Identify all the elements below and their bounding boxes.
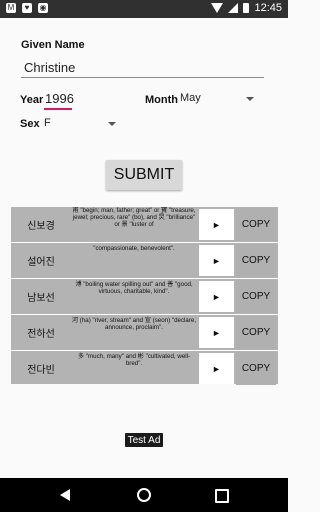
wifi-icon	[211, 3, 224, 13]
result-row: 전하선 河 (ha) "river, stream" and 宣 (seon) …	[11, 315, 278, 350]
navigation-bar	[0, 478, 288, 512]
cell-signal-icon	[228, 3, 239, 13]
results-table: 신보경 甫 "begin; man, father; great" or 寶 "…	[11, 207, 278, 386]
sex-dropdown-icon[interactable]	[108, 122, 116, 126]
copy-button[interactable]: COPY	[236, 244, 276, 277]
given-name-input[interactable]: Christine	[24, 60, 75, 75]
copy-button[interactable]: COPY	[236, 280, 276, 313]
result-row: 신보경 甫 "begin; man, father; great" or 寶 "…	[11, 207, 278, 242]
month-dropdown-icon[interactable]	[246, 97, 254, 101]
copy-button[interactable]: COPY	[236, 316, 276, 349]
sex-label: Sex	[20, 118, 40, 130]
gmail-notification-icon: M	[6, 3, 16, 13]
month-select[interactable]: May	[180, 92, 201, 104]
sex-select[interactable]: F	[44, 117, 51, 129]
result-meaning: 多 "much, many" and 彬 "cultivated, well-b…	[77, 353, 191, 367]
copy-button[interactable]: COPY	[236, 208, 276, 241]
home-icon[interactable]	[137, 488, 151, 502]
result-name: 전하선	[27, 329, 55, 340]
status-time: 12:45	[254, 2, 282, 14]
battery-icon	[243, 3, 250, 13]
result-meaning: "compassionate, benevolent".	[93, 245, 175, 252]
result-name: 전다빈	[27, 365, 55, 376]
play-pronunciation-button[interactable]: ►	[199, 353, 234, 384]
result-name: 설어진	[27, 257, 55, 268]
result-meaning: 河 (ha) "river, stream" and 宣 (seon) "dec…	[71, 317, 197, 331]
play-pronunciation-button[interactable]: ►	[199, 209, 234, 240]
test-ad-banner[interactable]: Test Ad	[125, 433, 163, 447]
copy-button[interactable]: COPY	[236, 352, 276, 385]
play-pronunciation-button[interactable]: ►	[199, 281, 234, 312]
heart-notification-icon: ♥	[22, 3, 32, 13]
submit-button[interactable]: SUBMIT	[106, 160, 182, 190]
result-meaning: 甫 "begin; man, father; great" or 寶 "trea…	[72, 207, 196, 228]
back-icon[interactable]	[60, 489, 70, 501]
result-row: 남보선 溥 "boiling water spilling out" and 善…	[11, 279, 278, 314]
result-row: 설어진 "compassionate, benevolent". ► COPY	[11, 243, 278, 278]
app-notification-icon: ◉	[38, 3, 48, 13]
year-input[interactable]: 1996	[45, 91, 74, 106]
result-name: 남보선	[27, 293, 55, 304]
recent-apps-icon[interactable]	[215, 489, 229, 503]
year-underline	[44, 108, 72, 110]
status-bar: M ♥ ◉ 12:45	[0, 0, 288, 18]
month-label: Month	[145, 94, 178, 106]
given-name-label: Given Name	[21, 39, 85, 51]
result-meaning: 溥 "boiling water spilling out" and 善 "go…	[75, 281, 193, 295]
given-name-underline	[21, 77, 264, 78]
result-row: 전다빈 多 "much, many" and 彬 "cultivated, we…	[11, 351, 278, 386]
play-pronunciation-button[interactable]: ►	[199, 317, 234, 348]
year-label: Year	[20, 94, 44, 106]
result-name: 신보경	[27, 221, 55, 232]
play-pronunciation-button[interactable]: ►	[199, 245, 234, 276]
